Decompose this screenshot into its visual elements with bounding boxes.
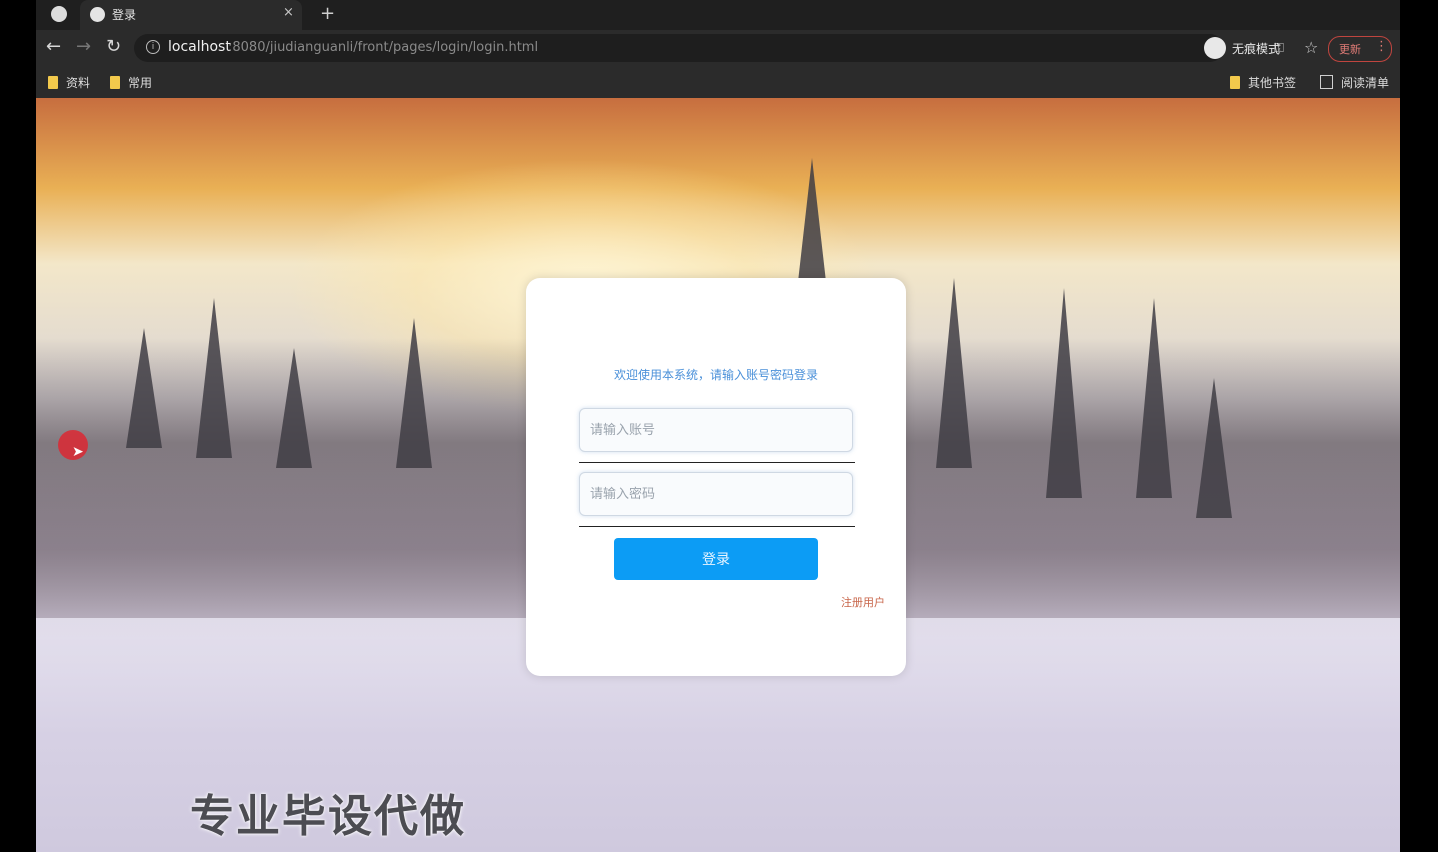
password-input[interactable] xyxy=(580,473,852,515)
more-menu-icon[interactable]: ⋮ xyxy=(1375,39,1388,54)
update-label: 更新 xyxy=(1339,43,1361,56)
folder-icon xyxy=(48,76,58,89)
star-icon[interactable]: ☆ xyxy=(1304,38,1318,57)
address-bar[interactable]: i localhost :8080/jiudianguanli/front/pa… xyxy=(134,34,1318,62)
divider xyxy=(579,526,855,527)
reload-icon[interactable]: ↻ xyxy=(106,36,121,57)
background-tree xyxy=(1046,288,1082,498)
globe-icon xyxy=(90,7,105,22)
bookmark-folder-changyong[interactable]: 常用 xyxy=(110,74,152,91)
register-link[interactable]: 注册用户 xyxy=(841,594,885,610)
folder-icon xyxy=(1230,76,1240,89)
cursor-icon: ➤ xyxy=(72,444,84,460)
login-card: 欢迎使用本系统，请输入账号密码登录 登录 注册用户 xyxy=(526,278,906,676)
account-field[interactable] xyxy=(579,408,853,452)
login-page: ➤ 欢迎使用本系统，请输入账号密码登录 登录 注册用户 专业毕设代做 xyxy=(36,98,1400,852)
back-icon[interactable]: ← xyxy=(46,36,61,57)
reading-list-icon xyxy=(1320,75,1333,89)
bookmark-folder-ziliao[interactable]: 资料 xyxy=(48,74,90,91)
browser-toolbar: ← → ↻ i localhost :8080/jiudianguanli/fr… xyxy=(36,30,1400,66)
account-input[interactable] xyxy=(580,409,852,451)
divider xyxy=(579,462,855,463)
new-tab-button[interactable]: + xyxy=(320,3,335,24)
tab-login[interactable]: 登录 × xyxy=(80,0,302,30)
background-tree xyxy=(126,328,162,448)
background-tree xyxy=(276,348,312,468)
incognito-icon xyxy=(1204,37,1226,59)
folder-icon xyxy=(110,76,120,89)
close-icon[interactable]: × xyxy=(283,5,294,20)
password-field[interactable] xyxy=(579,472,853,516)
background-tree xyxy=(196,298,232,458)
info-icon[interactable]: i xyxy=(146,40,160,54)
incognito-label: 无痕模式 xyxy=(1232,42,1281,56)
bookmarks-bar: 资料 常用 其他书签 阅读清单 xyxy=(36,66,1400,98)
tab-title: 登录 xyxy=(112,8,137,22)
browser-globe-icon[interactable] xyxy=(51,6,67,22)
url-host: localhost xyxy=(168,39,231,55)
forward-icon[interactable]: → xyxy=(76,36,91,57)
url-path: :8080/jiudianguanli/front/pages/login/lo… xyxy=(228,40,539,55)
login-button[interactable]: 登录 xyxy=(614,538,818,580)
reading-list[interactable]: 阅读清单 xyxy=(1320,74,1389,91)
background-tree xyxy=(936,278,972,468)
background-tree xyxy=(396,318,432,468)
watermark-text: 专业毕设代做 xyxy=(190,791,466,842)
login-hint: 欢迎使用本系统，请输入账号密码登录 xyxy=(613,368,818,382)
bookmark-folder-other[interactable]: 其他书签 xyxy=(1230,74,1296,91)
tab-strip: 登录 × + xyxy=(36,0,1400,30)
background-tree xyxy=(1196,378,1232,518)
background-tree xyxy=(1136,298,1172,498)
update-button[interactable]: 更新 ⋮ xyxy=(1328,36,1392,62)
browser-chrome: 登录 × + ← → ↻ i localhost :8080/jiudiangu… xyxy=(36,0,1400,98)
